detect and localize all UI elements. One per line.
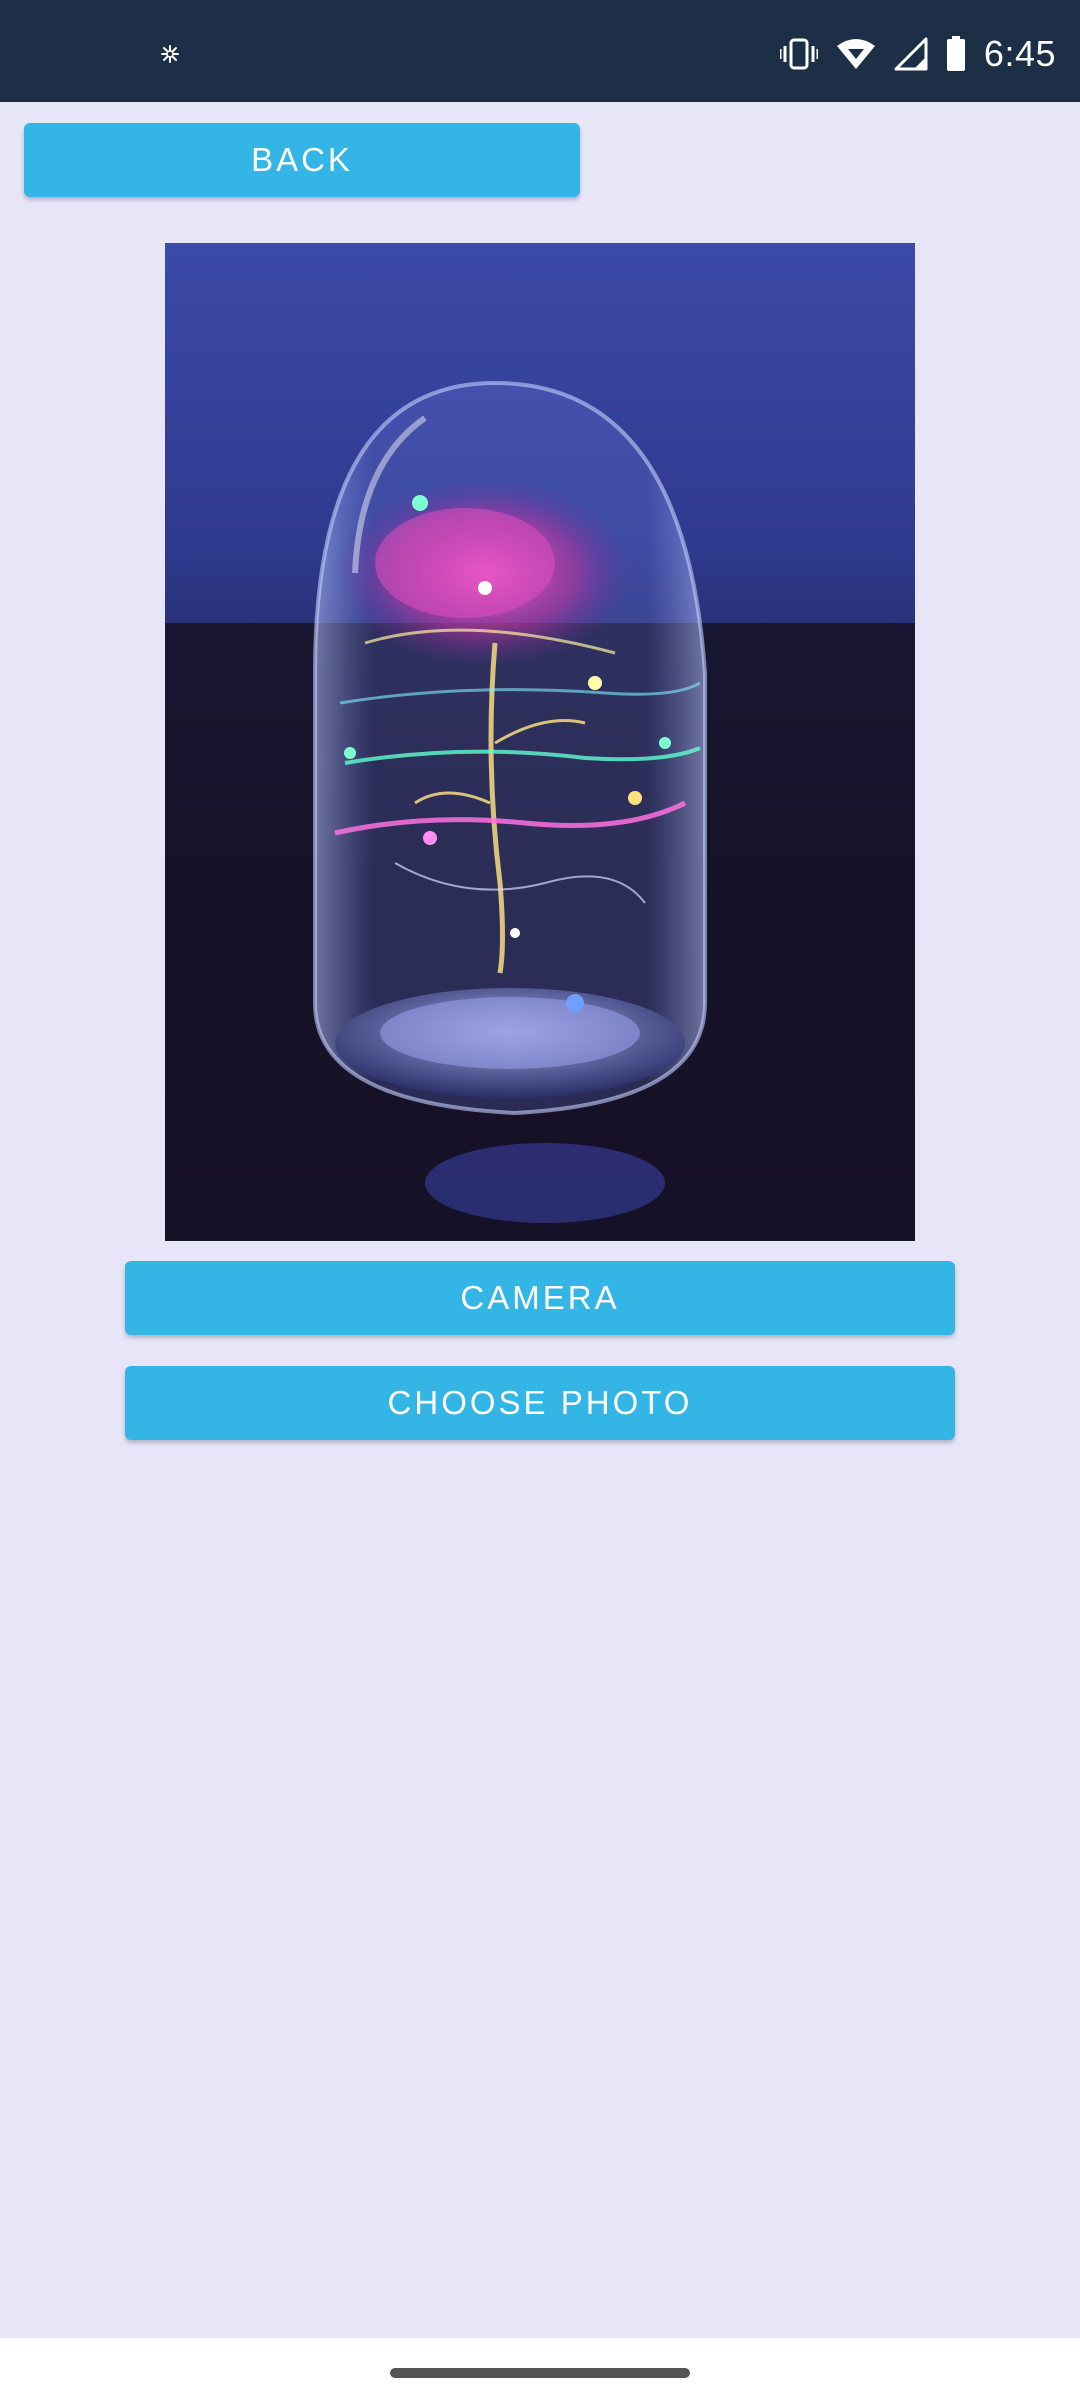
- battery-icon: [946, 36, 965, 71]
- home-gesture-handle[interactable]: [390, 2368, 690, 2378]
- vibrate-icon: [779, 38, 818, 70]
- signal-icon: [894, 37, 928, 71]
- back-button[interactable]: BACK: [24, 123, 580, 197]
- photo-preview: [165, 243, 915, 1241]
- navigation-bar: [0, 2338, 1080, 2400]
- rose-dome-photo: [165, 380, 915, 1241]
- wifi-icon: [836, 39, 875, 69]
- camera-button[interactable]: CAMERA: [125, 1261, 955, 1335]
- status-bar: 6:45: [0, 0, 1080, 102]
- choose-photo-button[interactable]: CHOOSE PHOTO: [125, 1366, 955, 1440]
- sparkle-icon: [161, 45, 179, 63]
- status-icons: 6:45: [779, 33, 1056, 74]
- clock-time: 6:45: [983, 33, 1056, 74]
